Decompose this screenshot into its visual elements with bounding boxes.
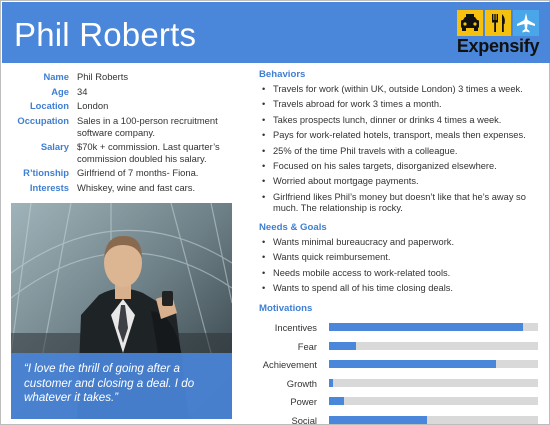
logo-icons bbox=[455, 10, 541, 36]
profile-value: Girlfriend of 7 months- Fiona. bbox=[77, 167, 199, 179]
profile-value: Phil Roberts bbox=[77, 71, 129, 82]
motivation-track bbox=[329, 360, 538, 369]
motivation-track bbox=[329, 397, 538, 406]
profile-row: Name Phil Roberts bbox=[9, 71, 237, 82]
profile-row: Interests Whiskey, wine and fast cars. bbox=[9, 182, 237, 193]
profile-label: Location bbox=[29, 100, 69, 112]
motivation-bar bbox=[329, 360, 497, 369]
motivation-label: Fear bbox=[297, 340, 317, 352]
quote-box: “I love the thrill of going after a cust… bbox=[11, 353, 232, 419]
profile-label: Name bbox=[43, 71, 69, 82]
list-item: Needs mobile access to work-related tool… bbox=[259, 268, 543, 280]
taxi-icon bbox=[457, 10, 483, 36]
profile-value: 34 bbox=[77, 85, 88, 97]
behaviors-title: Behaviors bbox=[259, 69, 306, 80]
profile-value: London bbox=[77, 100, 109, 112]
motivation-bar bbox=[329, 341, 357, 350]
motivation-label: Power bbox=[290, 396, 317, 408]
motivation-row: Growth bbox=[251, 375, 543, 394]
profile-details: Name Phil Roberts Age 34 Location London… bbox=[9, 71, 237, 197]
motivation-track bbox=[329, 378, 538, 387]
motivation-label: Growth bbox=[286, 377, 317, 389]
motivation-bar bbox=[329, 415, 428, 424]
motivation-row: Fear bbox=[251, 338, 543, 357]
motivation-row: Social bbox=[251, 412, 543, 425]
profile-value: Sales in a 100-person recruitment softwa… bbox=[77, 115, 218, 138]
list-item: Wants minimal bureaucracy and paperwork. bbox=[259, 237, 543, 249]
utensils-icon bbox=[485, 10, 511, 36]
expensify-logo: Expensify bbox=[455, 10, 541, 58]
list-item: Girlfriend likes Phil’s money but doesn’… bbox=[259, 192, 543, 215]
motivation-label: Achievement bbox=[262, 359, 317, 371]
profile-value: $70k + commission. Last quarter’s commis… bbox=[77, 141, 220, 164]
profile-row: Occupation Sales in a 100-person recruit… bbox=[9, 115, 237, 138]
logo-wordmark: Expensify bbox=[456, 36, 540, 56]
behaviors-list: Travels for work (within UK, outside Lon… bbox=[259, 84, 543, 219]
profile-label: Interests bbox=[29, 182, 69, 194]
list-item: Worried about mortgage payments. bbox=[259, 176, 543, 188]
list-item: Focused on his sales targets, disorganiz… bbox=[259, 161, 543, 173]
needs-list: Wants minimal bureaucracy and paperwork.… bbox=[259, 237, 543, 299]
page-title: Phil Roberts bbox=[14, 16, 197, 53]
list-item: Wants quick reimbursement. bbox=[259, 252, 543, 264]
motivation-bar bbox=[329, 397, 344, 406]
motivation-bar bbox=[329, 378, 334, 387]
motivation-track bbox=[329, 341, 538, 350]
profile-row: R’tionship Girlfriend of 7 months- Fiona… bbox=[9, 167, 237, 178]
profile-label: Age bbox=[51, 85, 69, 97]
list-item: Travels for work (within UK, outside Lon… bbox=[259, 84, 543, 96]
header-banner: Phil Roberts Expensify bbox=[2, 2, 550, 63]
list-item: Wants to spend all of his time closing d… bbox=[259, 283, 543, 295]
persona-quote: “I love the thrill of going after a cust… bbox=[24, 362, 195, 404]
profile-label: Salary bbox=[40, 141, 69, 153]
motivation-label: Social bbox=[291, 414, 317, 425]
persona-card: Phil Roberts Expensify Name Phil Roberts… bbox=[0, 0, 550, 425]
persona-photo: “I love the thrill of going after a cust… bbox=[11, 203, 232, 419]
list-item: Pays for work-related hotels, transport,… bbox=[259, 130, 543, 142]
motivation-track bbox=[329, 323, 538, 331]
motivation-bar bbox=[329, 323, 524, 331]
profile-value: Whiskey, wine and fast cars. bbox=[77, 182, 196, 194]
airplane-icon bbox=[513, 10, 539, 36]
needs-title: Needs & Goals bbox=[259, 222, 327, 233]
profile-row: Location London bbox=[9, 100, 237, 111]
motivation-row: Incentives bbox=[251, 319, 543, 338]
profile-label: R’tionship bbox=[23, 167, 69, 179]
motivation-row: Achievement bbox=[251, 356, 543, 375]
motivation-track bbox=[329, 415, 538, 424]
motivations-title: Motivations bbox=[259, 303, 313, 314]
list-item: 25% of the time Phil travels with a coll… bbox=[259, 146, 543, 158]
motivation-label: Incentives bbox=[274, 322, 317, 333]
profile-row: Salary $70k + commission. Last quarter’s… bbox=[9, 141, 237, 164]
list-item: Travels abroad for work 3 times a month. bbox=[259, 99, 543, 111]
motivation-row: Power bbox=[251, 393, 543, 412]
motivations-chart: Incentives Fear Achievement Growth Power… bbox=[251, 319, 543, 425]
list-item: Takes prospects lunch, dinner or drinks … bbox=[259, 115, 543, 127]
profile-label: Occupation bbox=[17, 115, 69, 127]
profile-row: Age 34 bbox=[9, 86, 237, 97]
